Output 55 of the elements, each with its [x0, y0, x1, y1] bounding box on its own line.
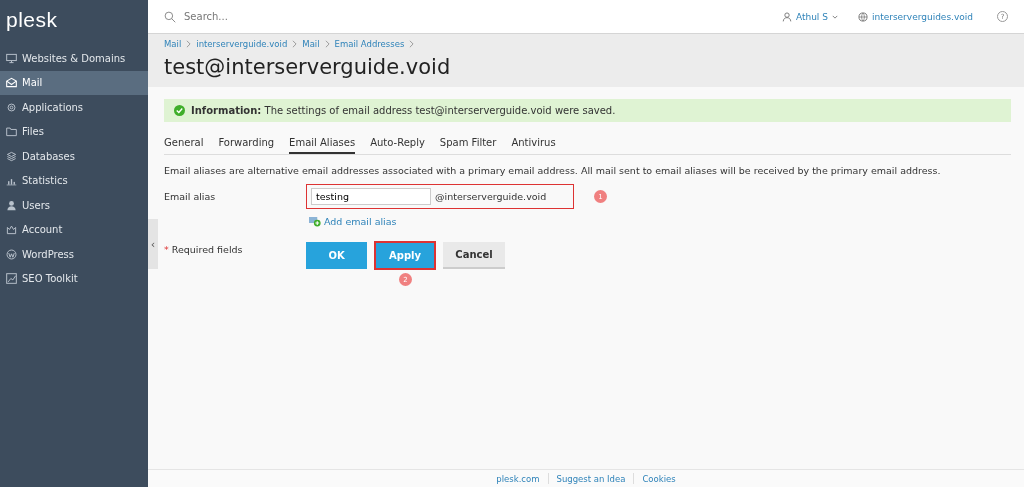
nav-item[interactable]: Files: [0, 119, 148, 144]
user-menu[interactable]: Athul S: [795, 11, 828, 22]
form-button[interactable]: Cancel: [443, 242, 505, 269]
page-title: test@interserverguide.void: [164, 55, 452, 79]
breadcrumb-link[interactable]: Email Addresses: [334, 39, 405, 49]
gear-icon: [6, 101, 17, 113]
nav-item[interactable]: Users: [0, 193, 148, 218]
nav-item[interactable]: SEO Toolkit: [0, 266, 148, 291]
footer-link[interactable]: plesk.com: [496, 473, 540, 484]
tab[interactable]: Forwarding: [218, 133, 275, 154]
user-icon: [6, 199, 17, 211]
line-chart-icon: [6, 273, 17, 285]
chevron-icon: [324, 40, 330, 48]
folder-icon: [6, 126, 17, 138]
nav-item[interactable]: Databases: [0, 144, 148, 169]
breadcrumb-link[interactable]: Mail: [302, 39, 320, 49]
logo: plesk: [5, 7, 59, 33]
chevron-icon: [292, 40, 298, 48]
check-icon: [174, 105, 185, 116]
domain-suffix: @interserverguide.void: [435, 191, 547, 202]
breadcrumb-link[interactable]: interserverguide.void: [196, 39, 288, 49]
message-text: Information: The settings of email address test@interserverguide.void were saved.: [191, 105, 616, 116]
crown-icon: [6, 224, 17, 236]
add-alias-link[interactable]: Add email alias: [324, 216, 397, 227]
nav-item[interactable]: Applications: [0, 95, 148, 120]
nav-item[interactable]: Statistics: [0, 168, 148, 193]
wordpress-icon: [6, 248, 17, 260]
envelope-icon: [6, 77, 17, 89]
footer-link[interactable]: Cookies: [642, 473, 676, 484]
user-icon: [781, 11, 792, 22]
chevron-icon: [409, 40, 415, 48]
nav-item[interactable]: WordPress: [0, 242, 148, 267]
tab[interactable]: General: [164, 133, 204, 154]
nav-item[interactable]: Mail: [0, 70, 148, 95]
nav-item[interactable]: Websites & Domains: [0, 46, 148, 71]
search-icon: [164, 10, 176, 23]
description-text: Email aliases are alternative email addresses associated with a primary email address. All mail sent to email aliases will be received by the primary email address.: [164, 165, 942, 176]
add-alias-icon: [309, 216, 321, 227]
domain-link[interactable]: interserverguides.void: [871, 11, 973, 22]
field-label: Email alias: [164, 191, 217, 202]
tab[interactable]: Antivirus: [511, 133, 556, 154]
tab[interactable]: Auto-Reply: [370, 133, 425, 154]
globe-icon: [857, 11, 868, 22]
caret-icon: [831, 14, 838, 19]
chevron-icon: [186, 40, 192, 48]
alias-input[interactable]: testing: [311, 188, 431, 205]
collapse-handle[interactable]: ‹: [148, 219, 158, 269]
footer-link[interactable]: Suggest an Idea: [556, 473, 626, 484]
layers-icon: [6, 150, 17, 162]
monitor-icon: [6, 52, 17, 64]
breadcrumb-link[interactable]: Mail: [164, 39, 182, 49]
tab[interactable]: Email Aliases: [289, 133, 356, 154]
nav-item[interactable]: Account: [0, 217, 148, 242]
required-note: * Required fields: [164, 243, 244, 255]
tab[interactable]: Spam Filter: [439, 133, 497, 154]
